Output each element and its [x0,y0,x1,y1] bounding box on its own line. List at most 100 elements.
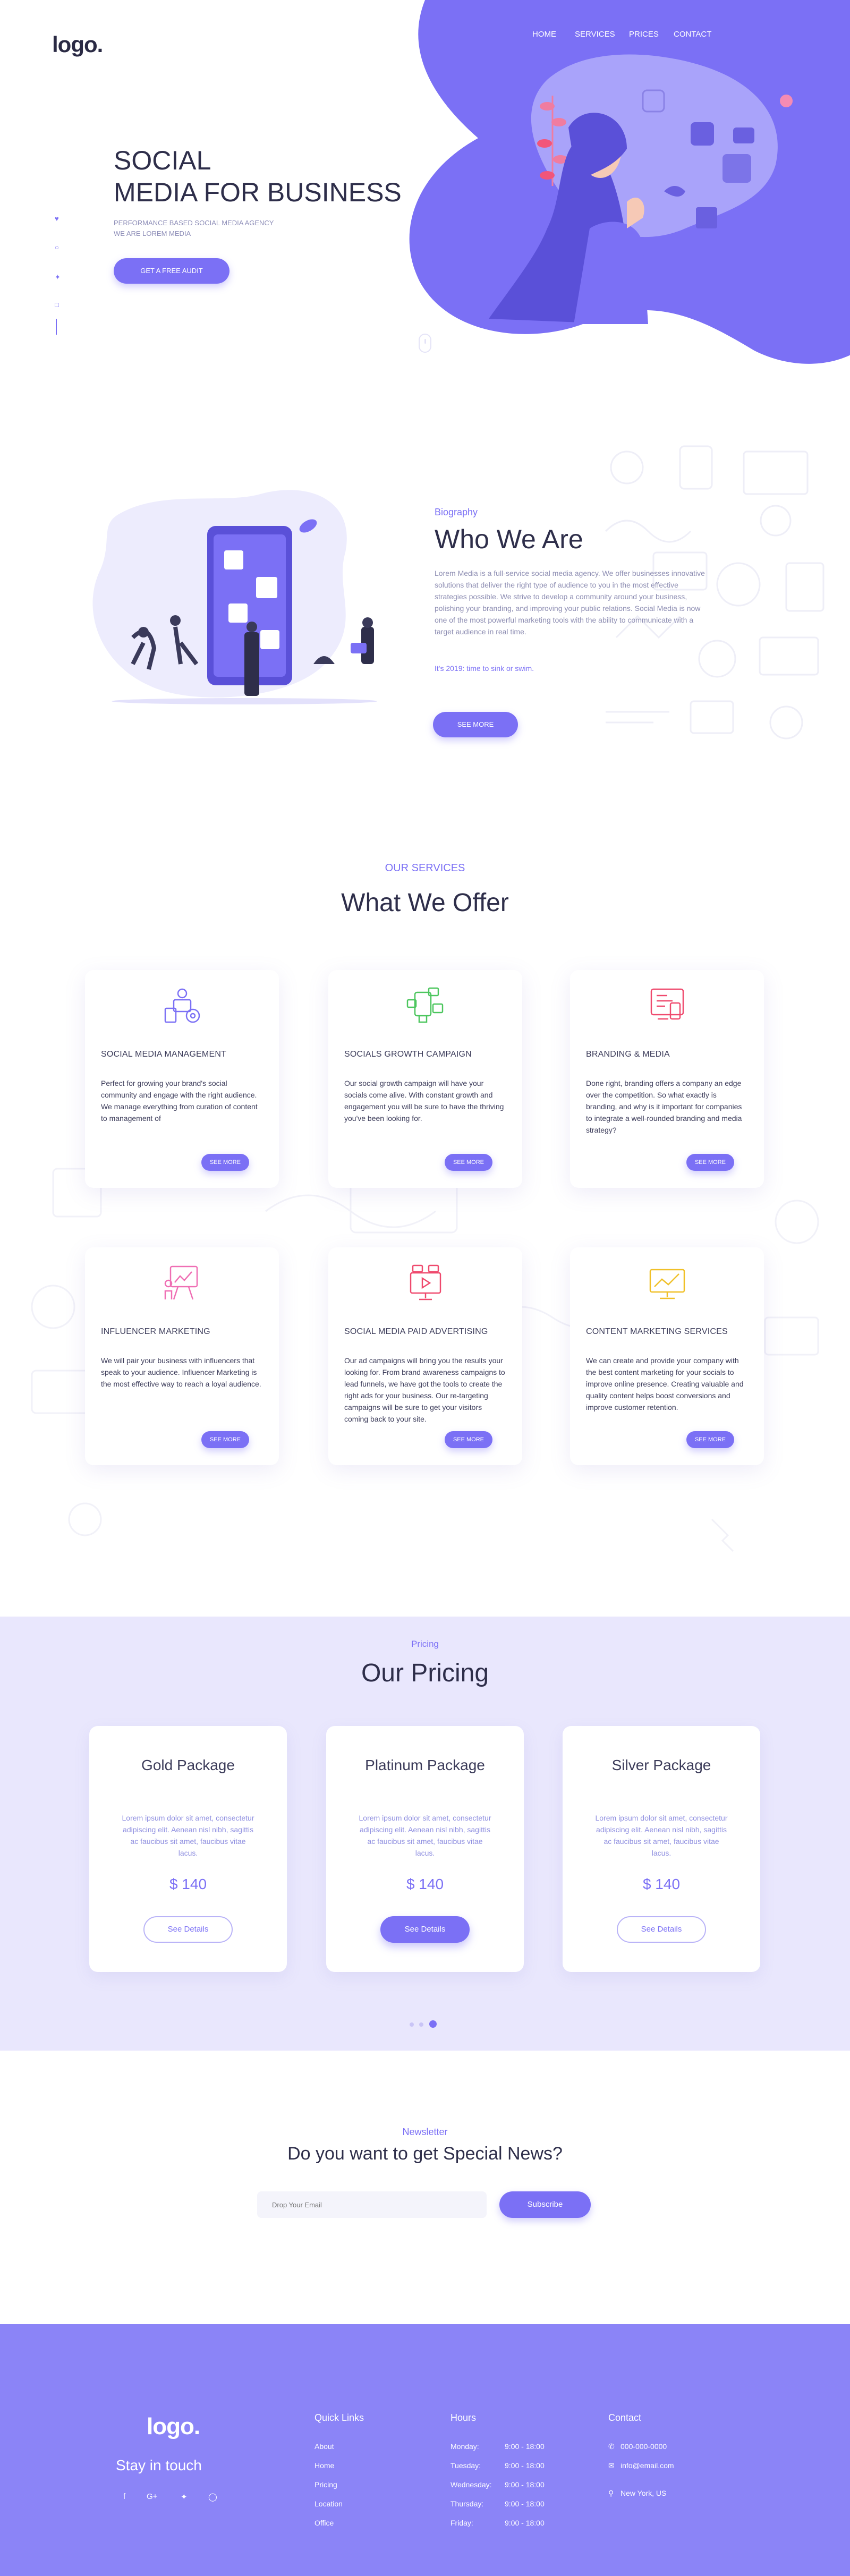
social-divider [56,319,57,335]
hours-time: 9:00 - 18:00 [505,2461,545,2470]
hero-illustration [489,89,793,324]
price-card-silver: Silver Package Lorem ipsum dolor sit ame… [563,1726,760,1972]
footer-link-home[interactable]: Home [314,2461,334,2470]
package-price: $ 140 [169,1876,207,1892]
package-name: Platinum Package [365,1757,485,1773]
services-label: OUR SERVICES [385,862,465,874]
pinterest-icon[interactable]: ○ [55,243,59,251]
service-card-influencer: INFLUENCER MARKETING We will pair your b… [85,1247,279,1465]
service-card-management: SOCIAL MEDIA MANAGEMENT Perfect for grow… [85,970,279,1188]
nav-home[interactable]: HOME [532,30,556,39]
services-title: What We Offer [341,889,509,917]
package-price: $ 140 [642,1876,681,1892]
heart-icon[interactable]: ♥ [55,215,59,223]
package-description: Lorem ipsum dolor sit amet, consectetur … [122,1814,254,1857]
service-see-more-button[interactable]: SEE MORE [201,1154,249,1171]
package-name: Gold Package [141,1757,235,1773]
hero-title-line2: MEDIA FOR BUSINESS [114,177,402,207]
service-text: We will pair your business with influenc… [101,1356,261,1388]
footer-link-location[interactable]: Location [314,2500,343,2508]
footer-link-pricing[interactable]: Pricing [314,2480,337,2489]
nav-prices[interactable]: PRICES [629,30,659,39]
service-text: Done right, branding offers a company an… [586,1079,742,1134]
hours-time: 9:00 - 18:00 [505,2519,545,2527]
growth-icon [406,987,444,1023]
see-details-button[interactable]: See Details [143,1916,233,1943]
twitter-icon[interactable]: ✦ [181,2492,188,2502]
logo[interactable]: logo. [52,32,103,57]
hours-time: 9:00 - 18:00 [505,2442,545,2451]
contact-title: Contact [608,2412,642,2423]
service-title: INFLUENCER MARKETING [101,1327,210,1336]
hours-day: Thursday: [450,2500,484,2508]
price-card-platinum: Platinum Package Lorem ipsum dolor sit a… [326,1726,524,1972]
pricing-label: Pricing [411,1639,439,1649]
service-title: SOCIALS GROWTH CAMPAIGN [344,1050,472,1059]
pagination-dot-1[interactable] [410,2022,414,2027]
service-text: Perfect for growing your brand's social … [101,1079,258,1123]
scroll-mouse-icon[interactable] [419,334,431,353]
package-price: $ 140 [406,1876,444,1892]
hours-day: Monday: [450,2442,479,2451]
hero-subtitle-line2: WE ARE LOREM MEDIA [114,229,191,237]
nav-services[interactable]: SERVICES [575,30,615,39]
contact-phone[interactable]: 000-000-0000 [620,2442,667,2451]
see-details-button[interactable]: See Details [380,1916,470,1943]
free-audit-button[interactable]: GET A FREE AUDIT [114,258,230,284]
advertising-icon [410,1264,441,1300]
email-icon: ✉ [608,2461,615,2470]
service-see-more-button[interactable]: SEE MORE [686,1431,734,1448]
service-title: BRANDING & MEDIA [586,1050,670,1059]
google-plus-icon[interactable]: G+ [147,2492,157,2501]
service-see-more-button[interactable]: SEE MORE [445,1431,492,1448]
facebook-icon[interactable]: f [123,2492,125,2501]
stay-in-touch: Stay in touch [116,2457,202,2473]
package-name: Silver Package [611,1757,711,1773]
service-see-more-button[interactable]: SEE MORE [445,1154,492,1171]
location-icon: ⚲ [608,2489,614,2497]
about-illustration [92,490,377,704]
service-card-branding: BRANDING & MEDIA Done right, branding of… [570,970,764,1188]
management-icon [164,988,200,1023]
service-text: Our ad campaigns will bring you the resu… [344,1356,505,1423]
hero-subtitle: PERFORMANCE BASED SOCIAL MEDIA AGENCY WE… [114,218,274,239]
hero-subtitle-line1: PERFORMANCE BASED SOCIAL MEDIA AGENCY [114,219,274,227]
service-card-content: CONTENT MARKETING SERVICES We can create… [570,1247,764,1465]
instagram-icon[interactable]: □ [55,301,59,309]
about-see-more-button[interactable]: SEE MORE [433,712,518,737]
service-title: SOCIAL MEDIA MANAGEMENT [101,1050,227,1059]
hours-title: Hours [450,2412,477,2423]
footer-logo[interactable]: logo. [147,2413,200,2440]
service-text: Our social growth campaign will have you… [344,1079,504,1123]
about-label: Biography [435,507,478,517]
footer-link-about[interactable]: About [314,2442,334,2451]
newsletter-title: Do you want to get Special News? [287,2144,563,2164]
phone-icon: ✆ [608,2442,615,2451]
contact-email[interactable]: info@email.com [620,2461,674,2470]
newsletter-email-input[interactable] [257,2191,487,2218]
subscribe-button[interactable]: Subscribe [499,2191,591,2218]
hours-day: Wednesday: [450,2480,492,2489]
service-see-more-button[interactable]: SEE MORE [201,1431,249,1448]
about-title: Who We Are [435,524,583,554]
nav-contact[interactable]: CONTACT [674,30,711,39]
twitter-icon[interactable]: ✦ [55,273,61,282]
hours-time: 9:00 - 18:00 [505,2500,545,2508]
see-details-button[interactable]: See Details [617,1916,706,1943]
pricing-title: Our Pricing [361,1659,489,1687]
contact-location: New York, US [620,2489,667,2497]
pagination-dot-2[interactable] [419,2022,423,2027]
service-card-growth: SOCIALS GROWTH CAMPAIGN Our social growt… [328,970,522,1188]
branding-icon [650,988,684,1020]
about-text: Lorem Media is a full-service social med… [435,569,705,636]
content-icon [649,1269,685,1299]
about-tagline: It's 2019: time to sink or swim. [435,664,534,673]
pagination-dot-3-active[interactable] [429,2020,437,2028]
instagram-icon[interactable]: ◯ [208,2492,217,2502]
hero-title: SOCIAL MEDIA FOR BUSINESS [114,144,402,208]
influencer-icon [164,1265,198,1300]
package-description: Lorem ipsum dolor sit amet, consectetur … [595,1814,728,1857]
footer-link-office[interactable]: Office [314,2519,334,2527]
service-title: CONTENT MARKETING SERVICES [586,1327,728,1336]
service-see-more-button[interactable]: SEE MORE [686,1154,734,1171]
